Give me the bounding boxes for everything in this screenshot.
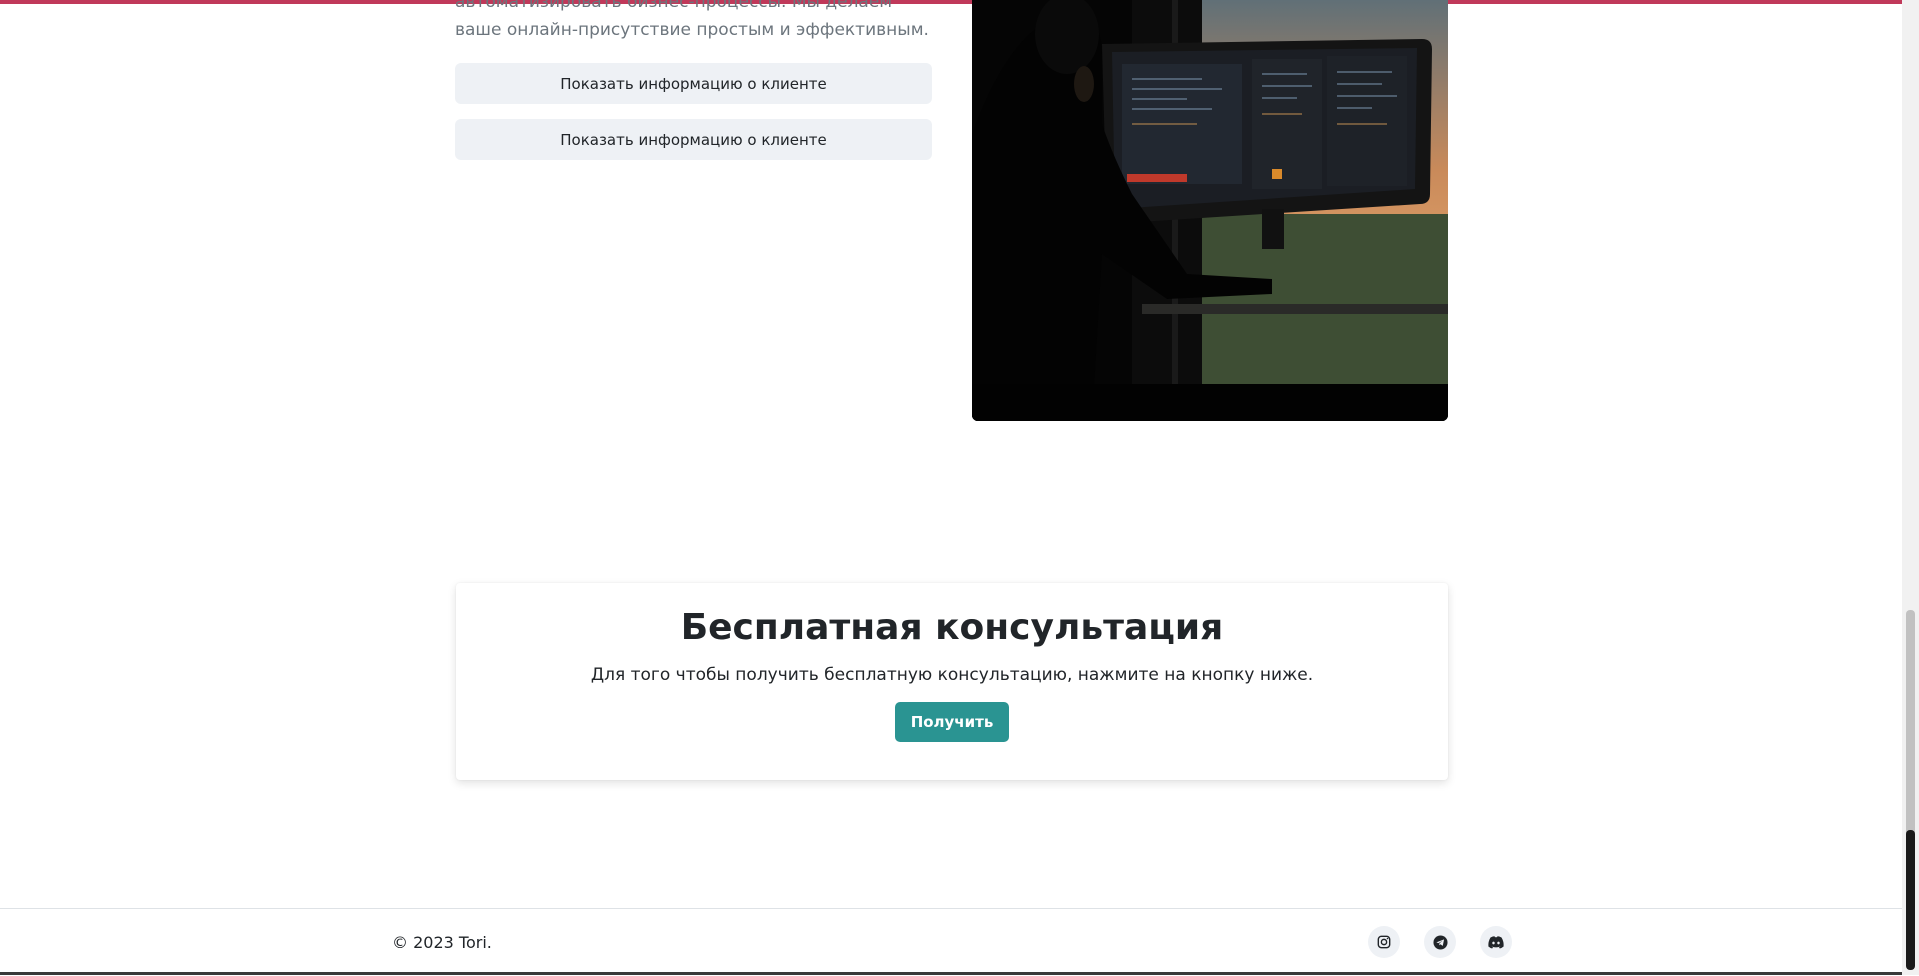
scrollbar-thumb[interactable] [1906, 610, 1915, 840]
consultation-description: Для того чтобы получить бесплатную консу… [590, 665, 1314, 685]
telegram-icon [1432, 934, 1448, 950]
page-scrollbar[interactable] [1902, 0, 1919, 975]
developer-photo [972, 0, 1448, 421]
get-consultation-button[interactable]: Получить [894, 702, 1010, 742]
consultation-card: Бесплатная консультация Для того чтобы п… [456, 583, 1448, 780]
top-accent-bar [0, 0, 1902, 4]
scrollbar-thumb-dark [1906, 830, 1915, 970]
intro-text: автоматизировать бизнес-процессы. Мы дел… [455, 0, 929, 40]
show-client-info-button-1[interactable]: Показать информацию о клиенте [455, 63, 932, 104]
show-client-info-button-2[interactable]: Показать информацию о клиенте [455, 119, 932, 160]
discord-icon [1488, 935, 1504, 948]
footer: © 2023 Tori. [0, 908, 1902, 976]
discord-link[interactable] [1480, 926, 1512, 958]
telegram-link[interactable] [1424, 926, 1456, 958]
instagram-link[interactable] [1368, 926, 1400, 958]
copyright-text: © 2023 Tori. [392, 933, 492, 952]
consultation-title: Бесплатная консультация [680, 607, 1224, 648]
instagram-icon [1377, 935, 1391, 949]
